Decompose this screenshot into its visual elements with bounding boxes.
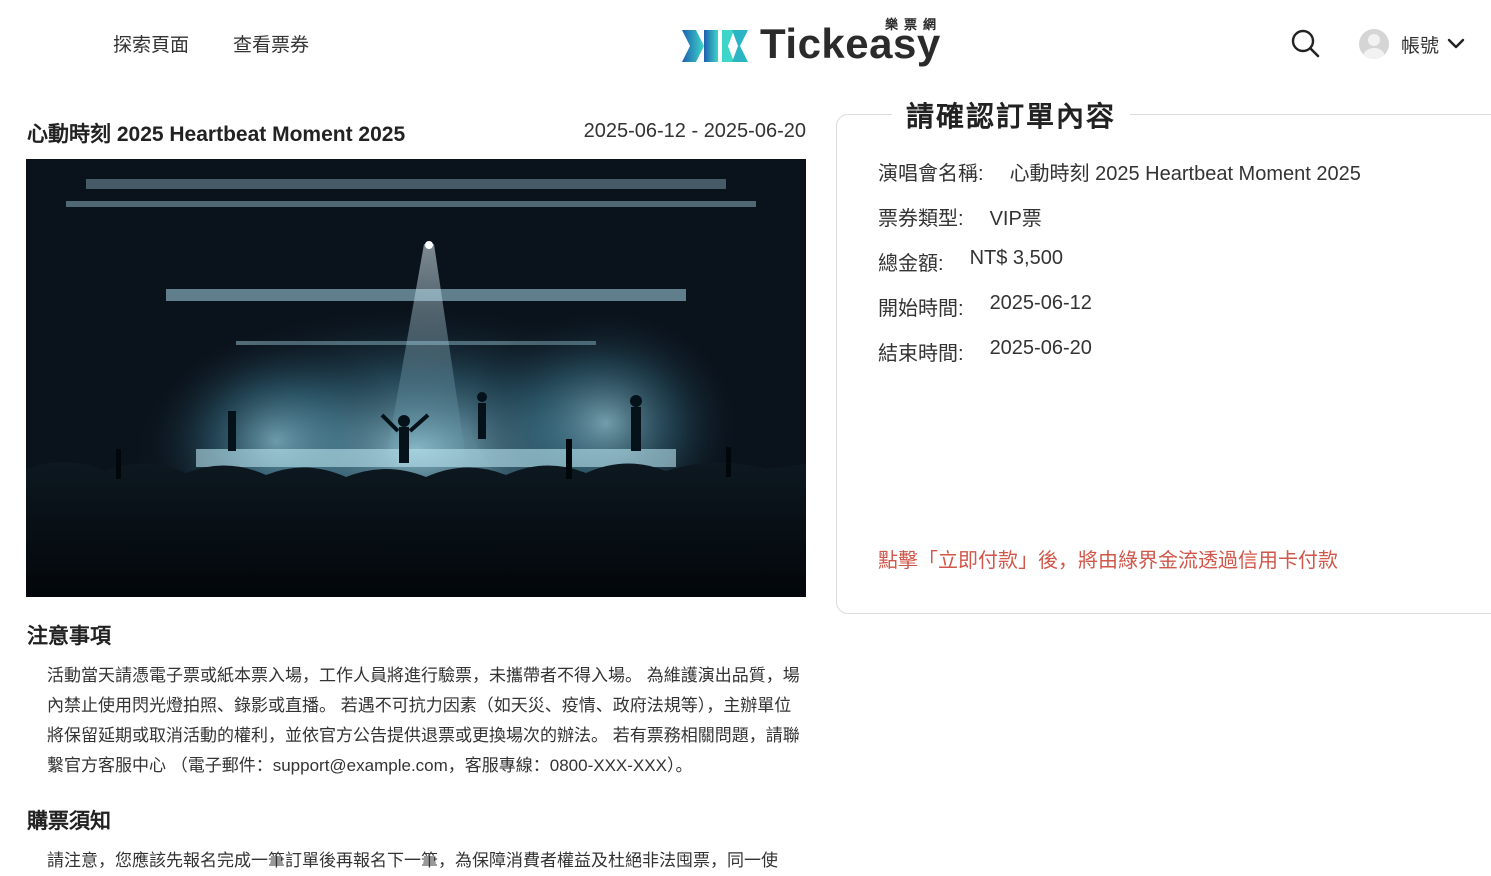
chevron-down-icon: [1447, 38, 1465, 49]
payment-note: 點擊「立即付款」後，將由綠界金流透過信用卡付款: [878, 550, 1338, 572]
total-amount-label: 總金額:: [878, 253, 944, 275]
notice-section-title: 注意事項: [27, 625, 111, 648]
search-icon[interactable]: [1290, 28, 1320, 58]
notice-body: 活動當天請憑電子票或紙本票入場，工作人員將進行驗票，未攜帶者不得入場。 為維護演…: [47, 666, 800, 775]
tickeasy-logo[interactable]: Tickeasy 樂票網: [682, 14, 972, 74]
account-menu[interactable]: 帳號: [1359, 27, 1465, 61]
start-time-label: 開始時間:: [878, 298, 964, 320]
total-amount-value: NT$ 3,500: [969, 247, 1063, 269]
purchase-body: 請注意，您應該先報名完成一筆訂單後再報名下一筆，為保障消費者權益及杜絕非法囤票，…: [47, 851, 778, 870]
avatar: [1359, 29, 1389, 59]
concert-stage-illustration: [26, 159, 806, 597]
nav-link-view-tickets[interactable]: 查看票券: [233, 30, 309, 57]
nav-link-explore[interactable]: 探索頁面: [113, 30, 189, 57]
event-dates: 2025-06-12 - 2025-06-20: [583, 120, 806, 142]
ticket-type-label: 票券類型:: [878, 208, 964, 230]
order-summary-title: 請確認訂單內容: [892, 95, 1131, 135]
logo-mark-icon: [682, 30, 748, 62]
end-time-value: 2025-06-20: [989, 337, 1092, 359]
top-navigation-bar: 探索頁面 查看票券 Tickeasy 樂票網 帳號: [0, 0, 1491, 88]
account-label: 帳號: [1401, 35, 1440, 57]
end-time-label: 結束時間:: [878, 343, 964, 365]
order-row-end-time: 結束時間: 2025-06-20: [878, 337, 1092, 366]
order-row-concert-name: 演唱會名稱: 心動時刻 2025 Heartbeat Moment 2025: [878, 157, 1361, 186]
concert-name-value: 心動時刻 2025 Heartbeat Moment 2025: [1009, 163, 1361, 185]
concert-name-label: 演唱會名稱:: [878, 163, 984, 185]
purchase-section-title: 購票須知: [27, 810, 111, 833]
order-row-start-time: 開始時間: 2025-06-12: [878, 292, 1092, 321]
order-row-ticket-type: 票券類型: VIP票: [878, 202, 1042, 231]
logo-subtitle: 樂票網: [885, 17, 943, 32]
start-time-value: 2025-06-12: [989, 292, 1092, 314]
ticket-type-value: VIP票: [989, 208, 1042, 230]
event-hero-image: [26, 159, 806, 597]
event-title: 心動時刻 2025 Heartbeat Moment 2025: [27, 123, 406, 146]
order-row-total: 總金額: NT$ 3,500: [878, 247, 1063, 276]
